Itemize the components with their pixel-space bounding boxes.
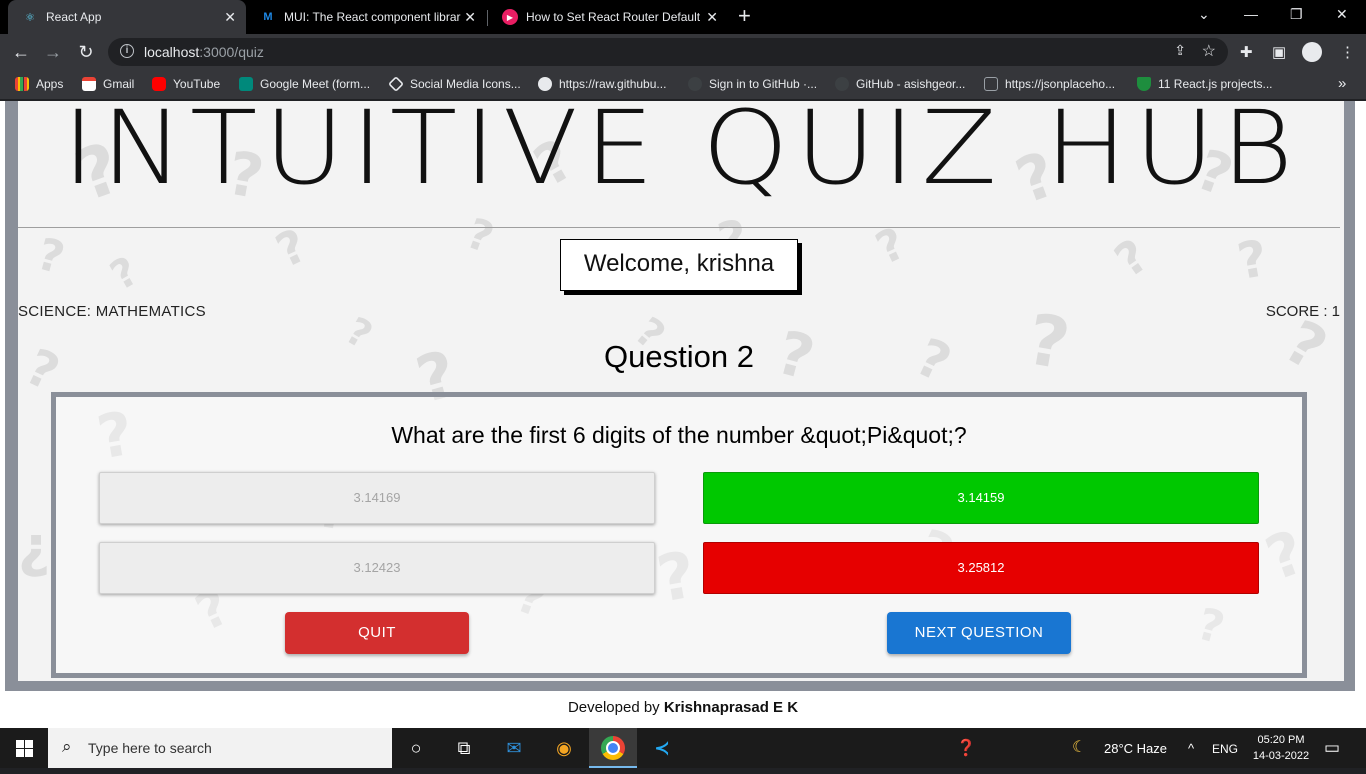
close-icon[interactable]: ✕ <box>706 9 718 26</box>
question-text: What are the first 6 digits of the numbe… <box>391 422 967 448</box>
apps-grid-icon <box>15 77 29 91</box>
quit-button[interactable]: QUIT <box>285 612 469 654</box>
weather-text[interactable]: 28°C Haze <box>1104 741 1167 756</box>
help-icon[interactable]: ❓ <box>956 738 976 758</box>
play-icon: ▶ <box>502 9 518 25</box>
mail-icon[interactable]: ✉ <box>490 728 538 768</box>
taskbar-search-box[interactable]: ⌕ Type here to search <box>48 728 392 768</box>
tab-react-router[interactable]: ▶ How to Set React Router Default ✕ <box>488 0 728 34</box>
windows-start-icon[interactable] <box>16 740 33 757</box>
tab-title: How to Set React Router Default <box>526 10 701 24</box>
bookmarks-bar: Apps Gmail YouTube Google Meet (form... … <box>0 70 1366 100</box>
title-divider <box>18 227 1340 228</box>
app-background: ? ? ? ? ? ? ? ? ? ? ? ? ? ? ? ? ? ? ? ? <box>18 101 1344 681</box>
restore-icon[interactable]: ❐ <box>1290 6 1303 23</box>
quiz-category: SCIENCE: MATHEMATICS <box>18 303 206 320</box>
next-question-button[interactable]: NEXT QUESTION <box>887 612 1071 654</box>
weather-moon-icon[interactable]: ☾ <box>1072 737 1086 757</box>
back-arrow-icon[interactable]: ← <box>10 41 32 63</box>
tab-react-app[interactable]: ⚛ React App ✕ <box>8 0 246 34</box>
youtube-icon <box>152 77 166 91</box>
chrome-taskbar-icon[interactable] <box>589 728 637 768</box>
language-indicator[interactable]: ENG <box>1212 742 1238 756</box>
window-close-icon[interactable]: ✕ <box>1336 6 1348 23</box>
minimize-icon[interactable]: — <box>1244 6 1258 22</box>
browser-toolbar: ← → ↻ i localhost:3000/quiz ⇪ ☆ ✚ ▣ ⋮ <box>0 34 1366 70</box>
react-icon: ⚛ <box>25 11 35 24</box>
footer-credit: Developed by Krishnaprasad E K <box>567 699 799 716</box>
app-title: INTUITIVE QUIZ HUB <box>62 101 1300 208</box>
option-button-1[interactable]: 3.14169 <box>99 472 655 524</box>
tab-search-icon[interactable]: ⌄ <box>1198 6 1210 23</box>
globe-icon <box>538 77 552 91</box>
reload-icon[interactable]: ↻ <box>75 41 97 63</box>
tab-mui[interactable]: M MUI: The React component librar ✕ <box>246 0 486 34</box>
bookmark-star-icon[interactable]: ☆ <box>1202 41 1216 61</box>
codepen-icon <box>388 76 404 92</box>
option-button-4-wrong[interactable]: 3.25812 <box>703 542 1259 594</box>
site-info-icon[interactable]: i <box>120 44 134 58</box>
bookmark-social-media-icons[interactable]: Social Media Icons... <box>388 76 521 92</box>
question-card: What are the first 6 digits of the numbe… <box>51 392 1307 678</box>
tab-title: React App <box>46 10 102 24</box>
author-name: Krishnaprasad E K <box>663 699 799 716</box>
app-frame: ? ? ? ? ? ? ? ? ? ? ? ? ? ? ? ? ? ? ? ? <box>5 101 1355 691</box>
bookmark-gmail[interactable]: Gmail <box>82 77 134 91</box>
vscode-icon[interactable]: ≺ <box>638 728 686 768</box>
clock-time: 05:20 PM <box>1257 734 1305 746</box>
bookmark-jsonplaceholder[interactable]: https://jsonplaceho... <box>984 77 1115 91</box>
notifications-icon[interactable]: ▭ <box>1324 738 1340 758</box>
question-number: Question 2 <box>604 339 754 374</box>
url-text[interactable]: localhost:3000/quiz <box>144 44 264 60</box>
task-view-icon[interactable]: ⧉ <box>440 728 488 768</box>
new-tab-button[interactable]: + <box>738 5 751 27</box>
extensions-icon[interactable]: ✚ <box>1240 43 1253 61</box>
github-icon <box>835 77 849 91</box>
side-panel-icon[interactable]: ▣ <box>1272 43 1286 61</box>
bookmark-apps[interactable]: Apps <box>15 77 63 91</box>
system-clock[interactable]: 05:20 PM 14-03-2022 <box>1250 732 1312 764</box>
bookmark-raw-github[interactable]: https://raw.githubu... <box>538 77 666 91</box>
clock-date: 14-03-2022 <box>1252 750 1310 762</box>
score-display: SCORE : 1 <box>1265 303 1340 320</box>
show-hidden-icons-icon[interactable]: ^ <box>1188 741 1194 756</box>
profile-avatar[interactable] <box>1302 42 1322 62</box>
bookmark-github-signin[interactable]: Sign in to GitHub ·... <box>688 77 817 91</box>
taskbar: ⌕ Type here to search ○ ⧉ ✉ ◉ ≺ ❓ ☾ 28°C… <box>0 728 1366 768</box>
search-placeholder: Type here to search <box>88 740 212 756</box>
tab-title: MUI: The React component librar <box>284 10 461 24</box>
bookmark-react-projects[interactable]: 11 React.js projects... <box>1137 77 1273 91</box>
close-icon[interactable]: ✕ <box>464 9 476 26</box>
menu-kebab-icon[interactable]: ⋮ <box>1340 43 1355 61</box>
json-icon <box>984 77 998 91</box>
media-player-icon[interactable]: ◉ <box>540 728 588 768</box>
close-icon[interactable]: ✕ <box>224 9 236 26</box>
welcome-banner: Welcome, krishna <box>560 239 798 291</box>
gmail-icon <box>82 77 96 91</box>
search-icon: ⌕ <box>62 737 72 756</box>
meet-icon <box>239 77 253 91</box>
page-viewport: ? ? ? ? ? ? ? ? ? ? ? ? ? ? ? ? ? ? ? ? <box>0 101 1366 728</box>
more-bookmarks-icon[interactable]: » <box>1338 75 1346 92</box>
bookmark-google-meet[interactable]: Google Meet (form... <box>239 77 370 91</box>
share-icon[interactable]: ⇪ <box>1174 42 1186 59</box>
forward-arrow-icon[interactable]: → <box>42 41 64 63</box>
graduation-cap-icon <box>1137 77 1151 91</box>
tab-strip: ⚛ React App ✕ M MUI: The React component… <box>0 0 1366 34</box>
bookmark-github-asish[interactable]: GitHub - asishgeor... <box>835 77 965 91</box>
cortana-icon[interactable]: ○ <box>392 728 440 768</box>
address-bar[interactable]: i localhost:3000/quiz ⇪ ☆ <box>108 38 1228 66</box>
github-icon <box>688 77 702 91</box>
bookmark-youtube[interactable]: YouTube <box>152 77 220 91</box>
option-button-2-correct[interactable]: 3.14159 <box>703 472 1259 524</box>
mui-icon: M <box>263 11 273 23</box>
option-button-3[interactable]: 3.12423 <box>99 542 655 594</box>
